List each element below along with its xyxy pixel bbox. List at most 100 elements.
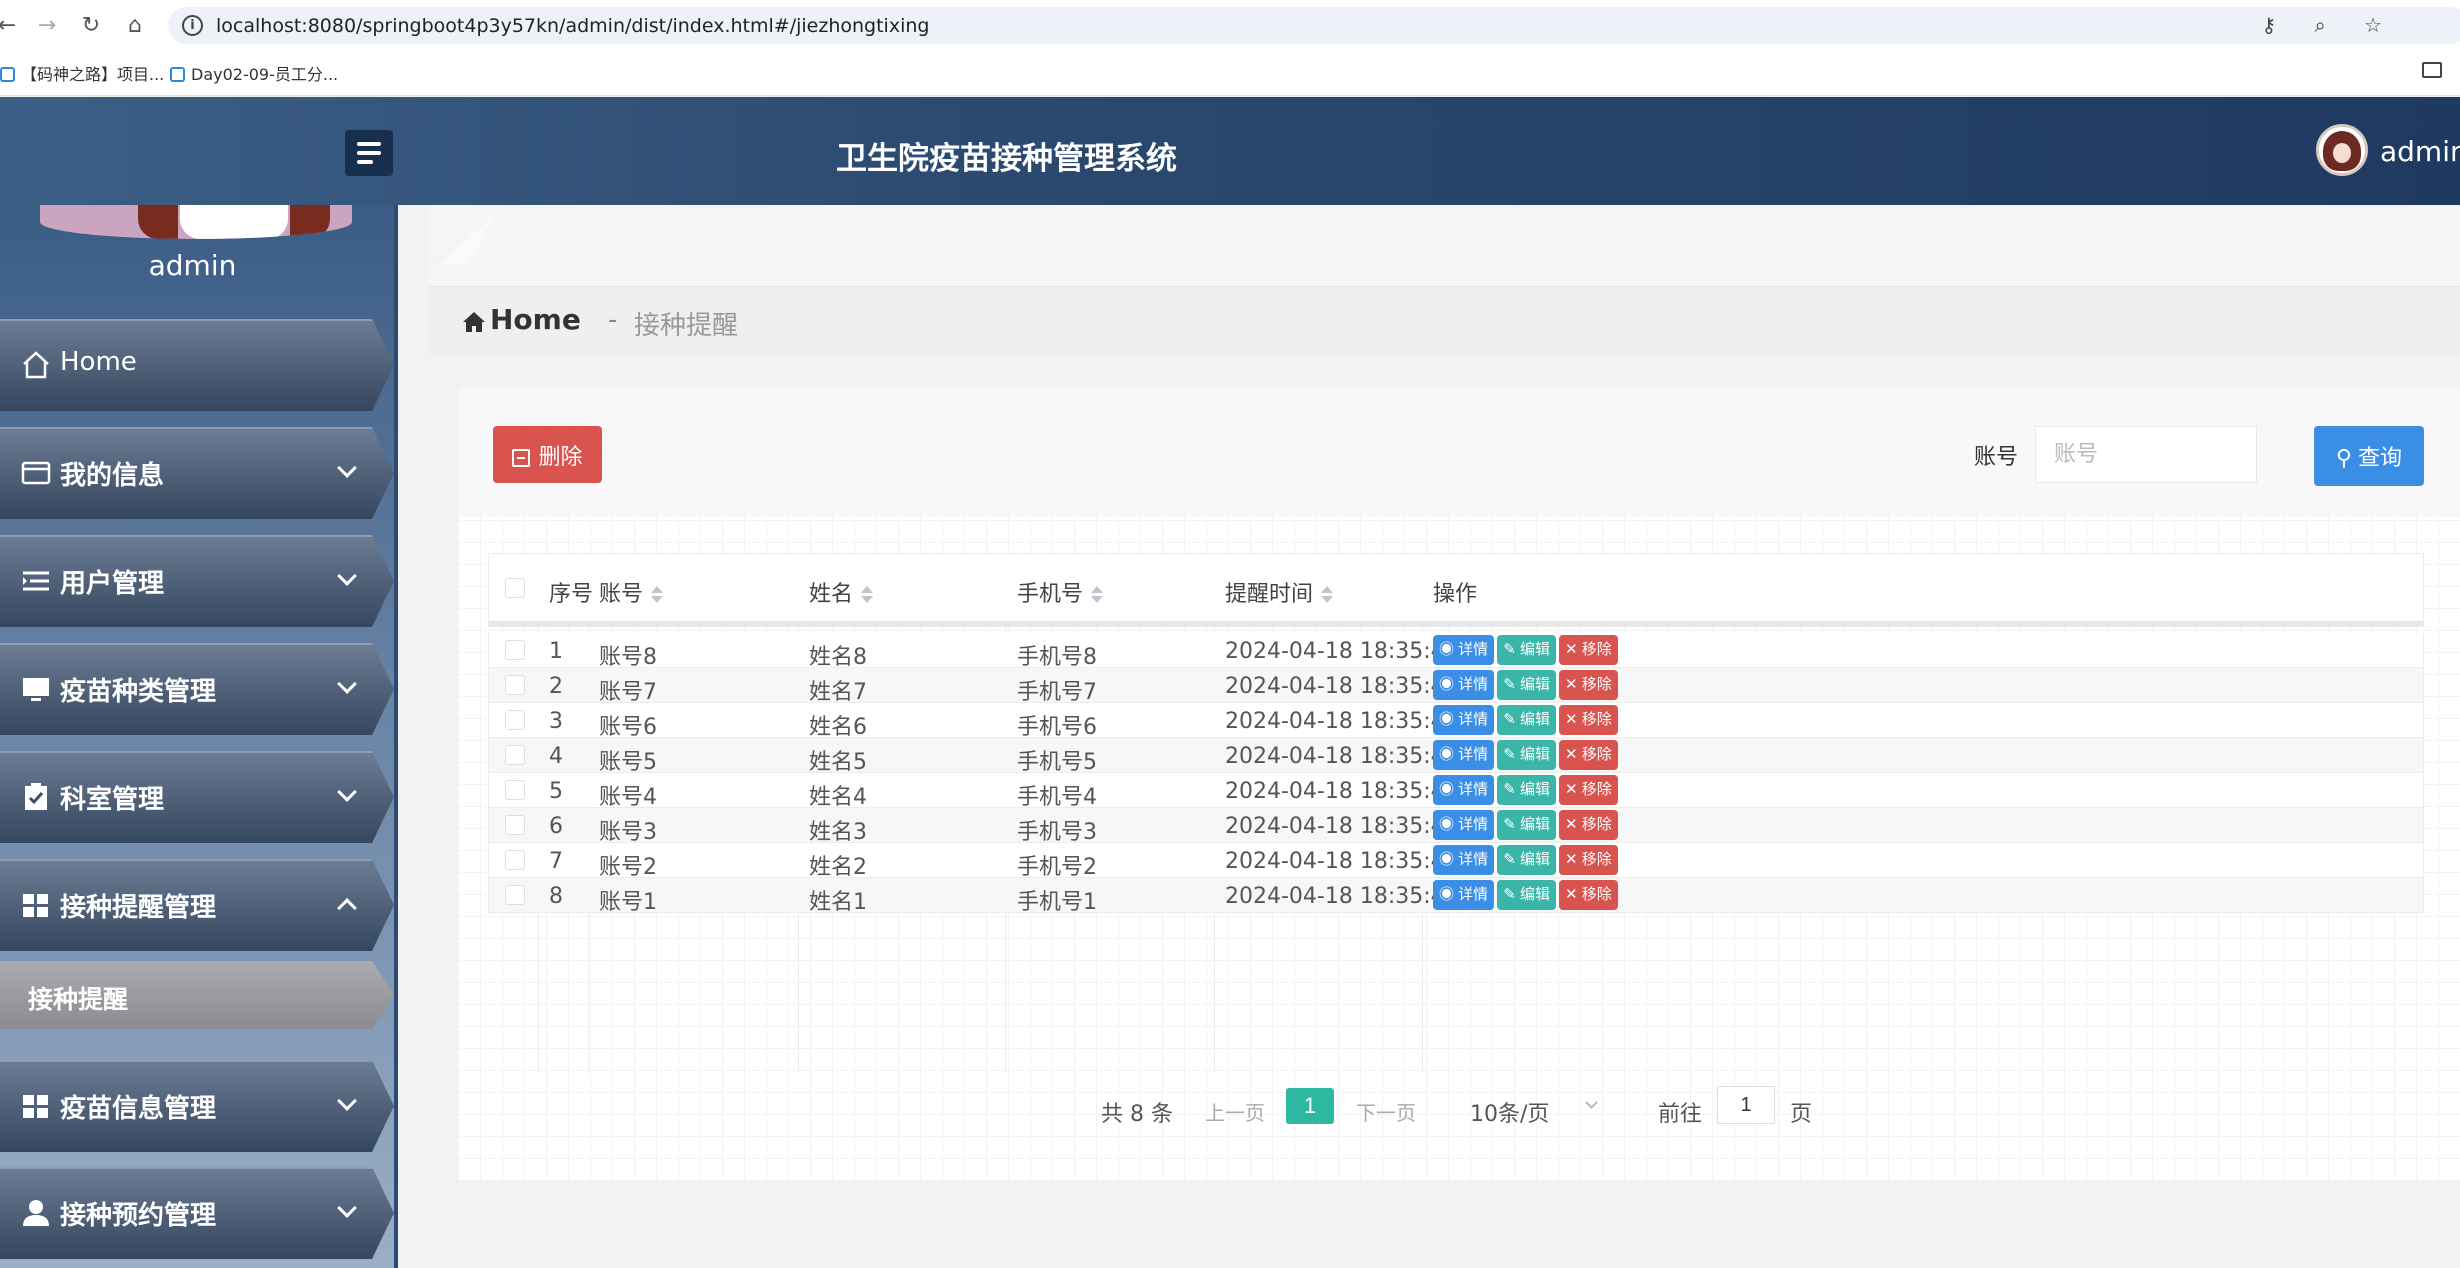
remove-button[interactable]: ✕ 移除 — [1558, 810, 1618, 840]
detail-button[interactable]: ◉ 详情 — [1433, 670, 1495, 700]
column-header-name[interactable]: 姓名 — [809, 576, 874, 608]
pagination-total: 共 8 条 — [1101, 1102, 1173, 1127]
home-icon — [463, 312, 485, 332]
sidebar-item-label: Home — [60, 347, 137, 377]
row-checkbox[interactable] — [505, 640, 525, 660]
table-row[interactable]: 4 账号5 姓名5 手机号5 2024-04-18 18:35:46 ◉ 详情 ✎ 编辑 ✕ … — [488, 738, 2424, 775]
row-checkbox[interactable] — [505, 885, 525, 905]
remove-button[interactable]: ✕ 移除 — [1558, 670, 1618, 700]
sidebar-item-home[interactable]: Home — [0, 319, 394, 411]
sidebar-item-reminder-management[interactable]: 接种提醒管理 — [0, 859, 394, 951]
page-size-select[interactable]: 10条/页 — [1470, 1096, 1549, 1128]
column-header-index: 序号 — [549, 582, 594, 607]
sort-icon[interactable] — [861, 585, 874, 605]
site-info-icon[interactable]: i — [182, 15, 203, 36]
cell-phone: 手机号5 — [1017, 750, 1097, 775]
row-checkbox[interactable] — [505, 745, 525, 765]
detail-button[interactable]: ◉ 详情 — [1433, 775, 1495, 805]
sidebar-toggle-button[interactable] — [345, 130, 393, 176]
sort-icon[interactable] — [1321, 585, 1334, 605]
table-row[interactable]: 5 账号4 姓名4 手机号4 2024-04-18 18:35:46 ◉ 详情 ✎ 编辑 ✕ … — [488, 773, 2424, 810]
column-header-phone[interactable]: 手机号 — [1017, 576, 1104, 608]
sidebar-item-department[interactable]: 科室管理 — [0, 751, 394, 843]
cell-index: 8 — [549, 884, 563, 909]
url-text[interactable]: localhost:8080/springboot4p3y57kn/admin/… — [216, 15, 929, 37]
table-row[interactable]: 2 账号7 姓名7 手机号7 2024-04-18 18:35:46 ◉ 详情 ✎ 编辑 ✕ … — [488, 668, 2424, 705]
table-row[interactable]: 8 账号1 姓名1 手机号1 2024-04-18 18:35:46 ◉ 详情 ✎ 编辑 ✕ … — [488, 878, 2424, 915]
list-indent-icon — [23, 571, 49, 591]
edit-button[interactable]: ✎ 编辑 — [1497, 810, 1556, 840]
search-input[interactable] — [2035, 426, 2257, 483]
query-button[interactable]: ⚲ 查询 — [2314, 426, 2424, 486]
close-icon: ✕ — [1564, 746, 1582, 763]
remove-button[interactable]: ✕ 移除 — [1558, 635, 1618, 665]
header-username[interactable]: admin — [2380, 135, 2460, 168]
row-checkbox[interactable] — [505, 780, 525, 800]
back-icon[interactable]: ← — [0, 11, 22, 41]
remove-button[interactable]: ✕ 移除 — [1558, 880, 1618, 910]
table-row[interactable]: 7 账号2 姓名2 手机号2 2024-04-18 18:35:46 ◉ 详情 ✎ 编辑 ✕ … — [488, 843, 2424, 880]
edit-button[interactable]: ✎ 编辑 — [1497, 775, 1556, 805]
edit-button[interactable]: ✎ 编辑 — [1497, 705, 1556, 735]
detail-button[interactable]: ◉ 详情 — [1433, 705, 1495, 735]
address-bar[interactable]: i localhost:8080/springboot4p3y57kn/admi… — [168, 7, 2460, 44]
edit-icon: ✎ — [1503, 886, 1520, 903]
sort-icon[interactable] — [1091, 585, 1104, 605]
edit-icon: ✎ — [1503, 781, 1520, 798]
sidebar-item-vaccine-type[interactable]: 疫苗种类管理 — [0, 643, 394, 735]
chevron-down-icon[interactable] — [1585, 1096, 1598, 1109]
sidebar-item-vaccine-info[interactable]: 疫苗信息管理 — [0, 1060, 394, 1152]
wallet-icon — [21, 461, 51, 485]
sidebar-item-label: 我的信息 — [60, 461, 165, 491]
detail-button[interactable]: ◉ 详情 — [1433, 740, 1495, 770]
table-row[interactable]: 1 账号8 姓名8 手机号8 2024-04-18 18:35:46 ◉ 详情 ✎ 编辑 ✕ … — [488, 633, 2424, 670]
edit-button[interactable]: ✎ 编辑 — [1497, 670, 1556, 700]
cell-account: 账号7 — [599, 680, 657, 705]
row-checkbox[interactable] — [505, 850, 525, 870]
breadcrumb-home[interactable]: Home — [490, 303, 581, 336]
bookmark-item[interactable]: Day02-09-员工分... — [170, 61, 338, 85]
edit-button[interactable]: ✎ 编辑 — [1497, 635, 1556, 665]
sidebar-item-my-info[interactable]: 我的信息 — [0, 427, 394, 519]
sidebar-username: admin — [148, 249, 237, 282]
detail-button[interactable]: ◉ 详情 — [1433, 845, 1495, 875]
row-checkbox[interactable] — [505, 815, 525, 835]
forward-icon[interactable]: → — [32, 11, 62, 41]
column-header-account[interactable]: 账号 — [599, 576, 664, 608]
remove-button[interactable]: ✕ 移除 — [1558, 775, 1618, 805]
bookmark-item[interactable]: 【码神之路】项目... — [0, 61, 164, 85]
edit-button[interactable]: ✎ 编辑 — [1497, 740, 1556, 770]
delete-button[interactable]: 删除 — [493, 426, 602, 483]
detail-button[interactable]: ◉ 详情 — [1433, 880, 1495, 910]
sidebar-item-user-management[interactable]: 用户管理 — [0, 535, 394, 627]
select-all-checkbox[interactable] — [505, 578, 525, 598]
cell-phone: 手机号7 — [1017, 680, 1097, 705]
remove-button[interactable]: ✕ 移除 — [1558, 705, 1618, 735]
breadcrumb-separator: - — [608, 305, 618, 335]
remove-button[interactable]: ✕ 移除 — [1558, 740, 1618, 770]
row-checkbox[interactable] — [505, 710, 525, 730]
edit-button[interactable]: ✎ 编辑 — [1497, 845, 1556, 875]
detail-button[interactable]: ◉ 详情 — [1433, 635, 1495, 665]
avatar[interactable] — [2316, 124, 2368, 176]
detail-button[interactable]: ◉ 详情 — [1433, 810, 1495, 840]
next-page-button[interactable]: 下一页 — [1356, 1097, 1416, 1126]
address-bar-icons[interactable]: ⚷ ⌕ ☆ — [2262, 13, 2399, 37]
sort-icon[interactable] — [651, 585, 664, 605]
reload-icon[interactable]: ↻ — [76, 11, 106, 41]
edit-button[interactable]: ✎ 编辑 — [1497, 880, 1556, 910]
goto-page-input[interactable] — [1717, 1086, 1775, 1124]
row-checkbox[interactable] — [505, 675, 525, 695]
table-row[interactable]: 3 账号6 姓名6 手机号6 2024-04-18 18:35:46 ◉ 详情 ✎ 编辑 ✕ … — [488, 703, 2424, 740]
folder-icon[interactable] — [2422, 62, 2442, 78]
remove-button[interactable]: ✕ 移除 — [1558, 845, 1618, 875]
sidebar-subitem-reminder[interactable]: 接种提醒 — [0, 961, 394, 1029]
column-header-remind-time[interactable]: 提醒时间 — [1225, 576, 1334, 608]
sidebar-item-appointment[interactable]: 接种预约管理 — [0, 1167, 394, 1259]
close-icon: ✕ — [1564, 711, 1582, 728]
prev-page-button[interactable]: 上一页 — [1205, 1097, 1265, 1126]
table-row[interactable]: 6 账号3 姓名3 手机号3 2024-04-18 18:35:46 ◉ 详情 ✎ 编辑 ✕ … — [488, 808, 2424, 845]
home-icon[interactable]: ⌂ — [120, 11, 150, 41]
sidebar-avatar — [40, 205, 352, 239]
page-number-button[interactable]: 1 — [1286, 1088, 1334, 1124]
